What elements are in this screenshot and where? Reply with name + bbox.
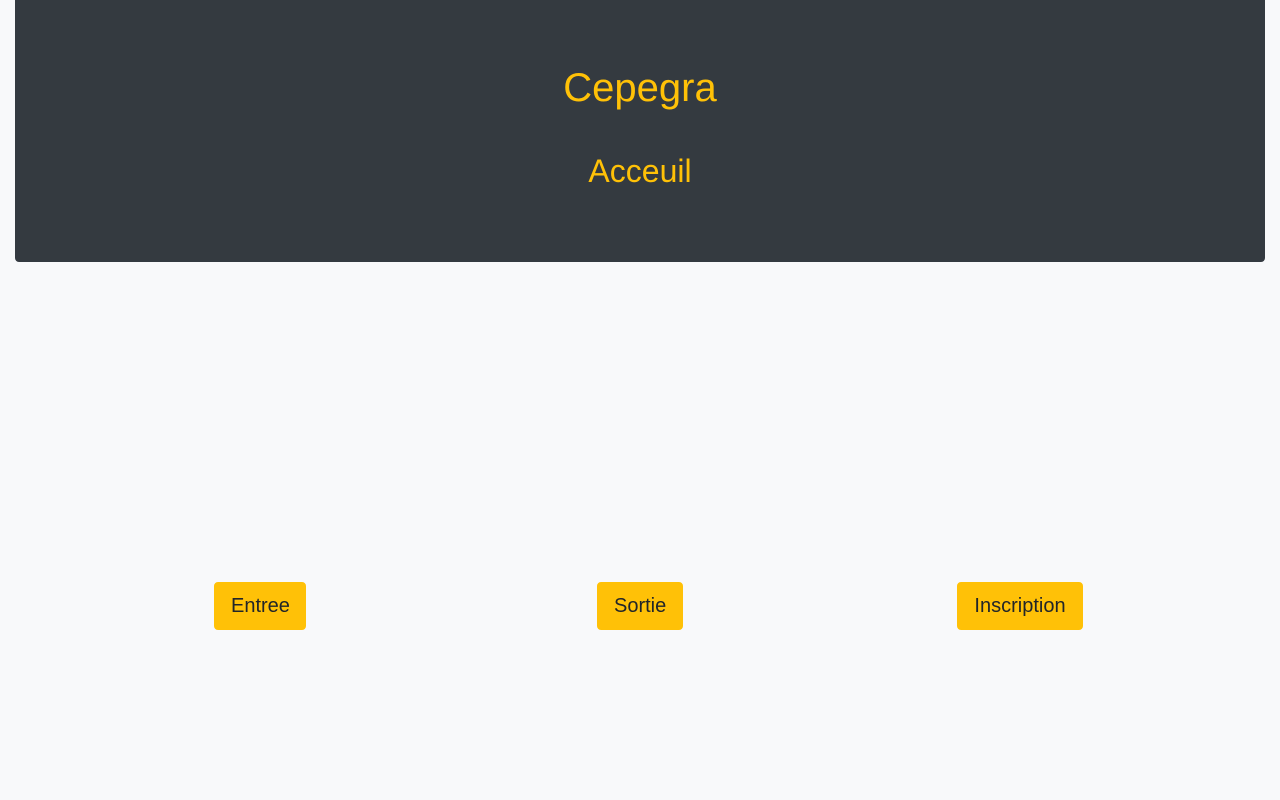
- sortie-button[interactable]: Sortie: [597, 582, 683, 630]
- page-title: Cepegra: [563, 66, 717, 110]
- page-subtitle: Acceuil: [588, 153, 692, 189]
- entree-button[interactable]: Entree: [214, 582, 306, 630]
- header-banner: Cepegra Acceuil: [15, 0, 1265, 262]
- inscription-button[interactable]: Inscription: [957, 582, 1083, 630]
